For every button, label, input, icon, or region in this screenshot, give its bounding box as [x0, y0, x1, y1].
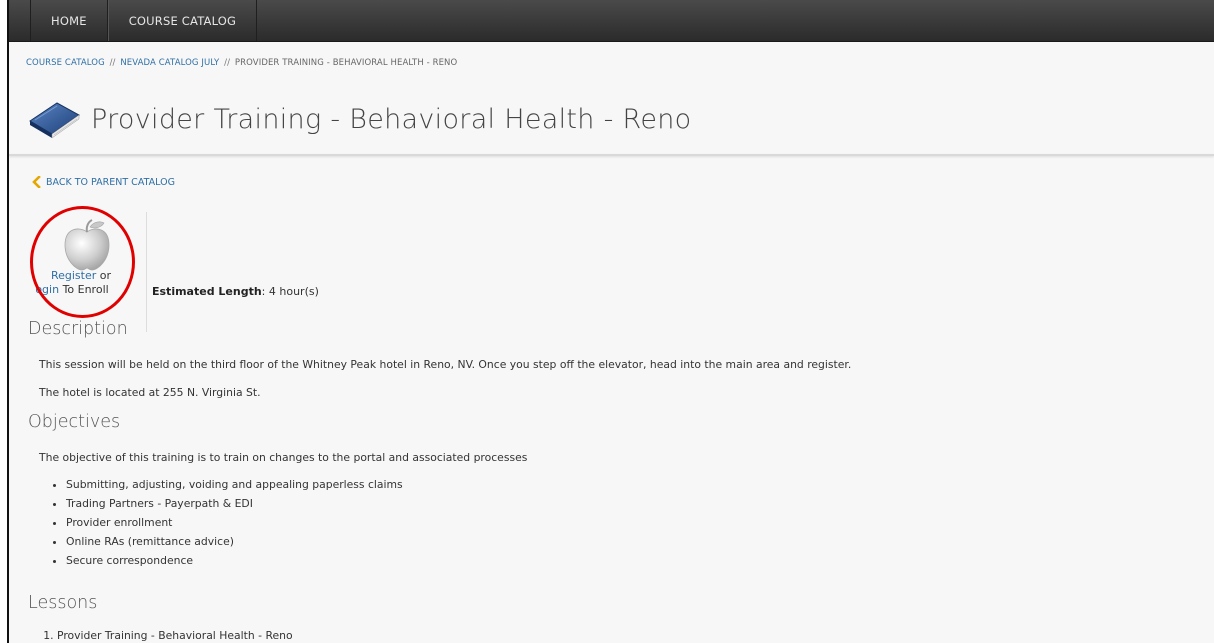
- header-divider: [9, 154, 1214, 156]
- lessons-list: Provider Training - Behavioral Health - …: [39, 629, 293, 642]
- chevron-left-icon: [32, 176, 41, 188]
- description-heading: Description: [28, 319, 128, 339]
- breadcrumb-course-catalog[interactable]: COURSE CATALOG: [26, 58, 105, 68]
- title-row: Provider Training - Behavioral Health - …: [27, 96, 692, 142]
- list-item: Provider enrollment: [66, 513, 403, 532]
- breadcrumb-nevada-catalog[interactable]: NEVADA CATALOG JULY: [120, 58, 219, 68]
- list-item: Trading Partners - Payerpath & EDI: [66, 494, 403, 513]
- estimated-length-value: : 4 hour(s): [261, 285, 319, 298]
- breadcrumb: COURSE CATALOG // NEVADA CATALOG JULY //…: [26, 58, 457, 68]
- list-item[interactable]: Provider Training - Behavioral Health - …: [57, 629, 293, 642]
- book-icon: [29, 102, 80, 139]
- description-paragraph-1: This session will be held on the third f…: [39, 358, 852, 371]
- estimated-length: Estimated Length: 4 hour(s): [152, 285, 319, 298]
- top-nav: HOME COURSE CATALOG: [30, 0, 258, 41]
- login-link[interactable]: ogin: [35, 283, 59, 296]
- enroll-panel: Register or ogin To Enroll: [31, 212, 147, 332]
- breadcrumb-separator: //: [224, 58, 231, 68]
- enroll-or-text: or: [99, 269, 112, 282]
- nav-home[interactable]: HOME: [30, 0, 108, 41]
- apple-icon[interactable]: [61, 218, 113, 272]
- list-item: Secure correspondence: [66, 551, 403, 570]
- list-item: Online RAs (remittance advice): [66, 532, 403, 551]
- top-navigation-bar: HOME COURSE CATALOG: [9, 0, 1214, 42]
- page-frame: HOME COURSE CATALOG COURSE CATALOG // NE…: [7, 0, 1214, 643]
- to-enroll-text: To Enroll: [62, 283, 109, 296]
- back-link-label: BACK TO PARENT CATALOG: [46, 176, 175, 188]
- nav-course-catalog[interactable]: COURSE CATALOG: [107, 0, 258, 41]
- register-link[interactable]: Register: [51, 269, 96, 282]
- lessons-heading: Lessons: [28, 593, 98, 613]
- objectives-list: Submitting, adjusting, voiding and appea…: [51, 475, 403, 570]
- breadcrumb-separator: //: [109, 58, 116, 68]
- objectives-intro: The objective of this training is to tra…: [39, 451, 528, 464]
- back-to-parent-catalog-link[interactable]: BACK TO PARENT CATALOG: [31, 176, 175, 188]
- page-title: Provider Training - Behavioral Health - …: [91, 103, 692, 135]
- list-item: Submitting, adjusting, voiding and appea…: [66, 475, 403, 494]
- enroll-text: Register or ogin To Enroll: [31, 269, 131, 297]
- breadcrumb-current: PROVIDER TRAINING - BEHAVIORAL HEALTH - …: [234, 58, 458, 68]
- estimated-length-label: Estimated Length: [152, 285, 262, 298]
- description-paragraph-2: The hotel is located at 255 N. Virginia …: [39, 386, 261, 399]
- objectives-heading: Objectives: [28, 412, 121, 432]
